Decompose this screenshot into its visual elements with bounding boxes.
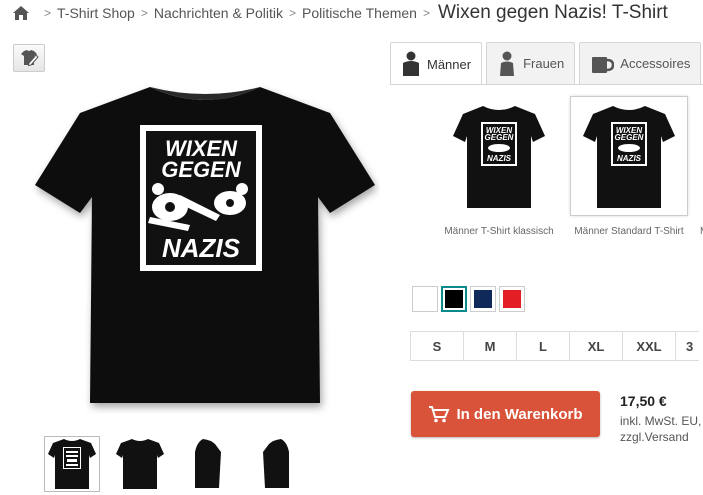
tshirt-side-thumb-icon [195, 439, 221, 488]
size-option-3xl[interactable]: 3 [675, 331, 699, 361]
tshirt-front-thumb-icon [48, 439, 96, 489]
color-swatch-white[interactable] [412, 286, 438, 312]
size-option-m[interactable]: M [463, 331, 517, 361]
tab-divider [390, 84, 703, 85]
tab-label: Frauen [523, 56, 565, 71]
shipping-note[interactable]: zzgl.Versand [620, 429, 701, 445]
swatch-fill [503, 290, 521, 308]
size-option-l[interactable]: L [516, 331, 570, 361]
swatch-fill [416, 290, 434, 308]
add-to-cart-button[interactable]: In den Warenkorb [411, 391, 600, 437]
main-product-image[interactable]: WIXEN GEGEN NAZIS [30, 85, 380, 415]
breadcrumb-separator: > [422, 6, 430, 20]
color-swatch-red[interactable] [499, 286, 525, 312]
price-notes: inkl. MwSt. EU, zzgl.Versand [620, 413, 701, 445]
breadcrumb-separator: > [44, 6, 52, 20]
category-tabs: Männer Frauen Accessoires [390, 42, 702, 85]
swatch-fill [474, 290, 492, 308]
product-type-label: Männer T-Shirt klassisch [444, 226, 554, 237]
mug-icon [592, 56, 615, 73]
tab-label: Männer [427, 56, 472, 72]
thumb-design-text: GEGEN [615, 133, 644, 142]
tshirt-plain-thumb-icon [116, 439, 164, 489]
size-option-s[interactable]: S [410, 331, 464, 361]
product-type-maenner-tshirt-klassisch[interactable]: WIXEN GEGEN NAZIS Männer T-Shirt klassis… [440, 96, 558, 237]
thumb-design-text: NAZIS [487, 154, 512, 163]
tshirt-image: WIXEN GEGEN NAZIS [35, 87, 375, 403]
size-option-xl[interactable]: XL [569, 331, 623, 361]
edit-shirt-icon [21, 50, 39, 67]
breadcrumb-separator: > [140, 6, 148, 20]
thumb-design-text: NAZIS [617, 154, 642, 163]
tab-frauen[interactable]: Frauen [486, 42, 576, 84]
swatch-fill [445, 290, 463, 308]
breadcrumb-item-tshirt-shop[interactable]: T-Shirt Shop [57, 5, 135, 21]
cart-icon [429, 406, 450, 423]
design-text-nazis: NAZIS [162, 233, 241, 263]
man-icon [403, 51, 419, 76]
home-icon[interactable] [12, 5, 30, 21]
page-title: Wixen gegen Nazis! T-Shirt [437, 2, 668, 23]
product-type-label: Männer Standard T-Shirt [574, 226, 684, 237]
thumbnail-strip [44, 436, 304, 492]
tax-note: inkl. MwSt. EU, [620, 414, 702, 428]
tab-maenner[interactable]: Männer [390, 42, 483, 85]
thumbnail-side-left[interactable] [180, 436, 236, 492]
tab-accessoires[interactable]: Accessoires [579, 42, 702, 84]
thumbnail-front-design[interactable] [44, 436, 100, 492]
breadcrumb-separator: > [289, 6, 297, 20]
size-option-xxl[interactable]: XXL [622, 331, 676, 361]
tshirt-classic-icon: WIXEN GEGEN NAZIS [453, 106, 545, 208]
breadcrumb-item-nachrichten-politik[interactable]: Nachrichten & Politik [154, 5, 283, 21]
design-text-gegen: GEGEN [161, 157, 242, 182]
thumbnail-side-right[interactable] [248, 436, 304, 492]
thumbnail-front-plain[interactable] [112, 436, 168, 492]
tshirt-side-thumb-icon [263, 439, 289, 488]
color-picker [412, 286, 525, 312]
price: 17,50 € [620, 393, 667, 409]
tshirt-standard-icon: WIXEN GEGEN NAZIS [583, 106, 675, 208]
customize-button[interactable] [13, 44, 45, 72]
tab-label: Accessoires [620, 56, 691, 71]
product-type-list: WIXEN GEGEN NAZIS Männer T-Shirt klassis… [440, 96, 703, 237]
breadcrumb: > T-Shirt Shop > Nachrichten & Politik >… [12, 0, 668, 26]
add-to-cart-label: In den Warenkorb [456, 405, 583, 423]
color-swatch-black[interactable] [441, 286, 467, 312]
size-picker: S M L XL XXL 3 [410, 331, 699, 361]
product-type-maenner-standard-tshirt[interactable]: WIXEN GEGEN NAZIS Männer Standard T-Shir… [570, 96, 688, 237]
color-swatch-navy[interactable] [470, 286, 496, 312]
woman-icon [500, 51, 515, 76]
thumb-design-text: GEGEN [485, 133, 514, 142]
breadcrumb-item-politische-themen[interactable]: Politische Themen [302, 5, 417, 21]
